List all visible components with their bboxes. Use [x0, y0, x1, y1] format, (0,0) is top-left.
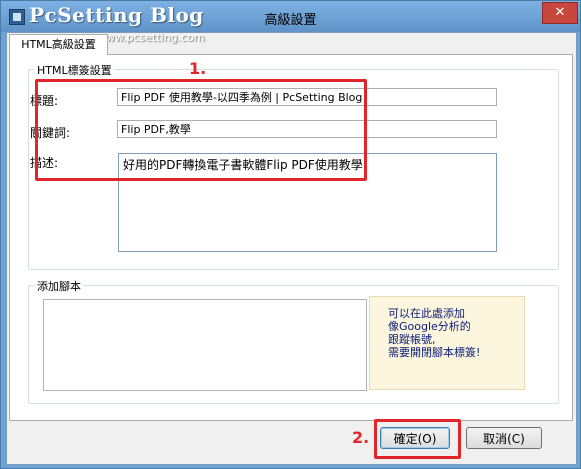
description-label: 描述: — [30, 156, 59, 170]
dialog-client-area: HTML高級設置 HTML標簽設置 標題: Flip PDF 使用教學-以四季為… — [6, 32, 577, 465]
description-field[interactable]: 好用的PDF轉換電子書軟體Flip PDF使用教學 — [118, 153, 497, 252]
hint-line: 需要開閉腳本標簽! — [388, 346, 481, 359]
ok-button[interactable]: 確定(O) — [380, 427, 450, 449]
keywords-field[interactable]: Flip PDF,教學 — [117, 120, 497, 138]
title-field[interactable]: Flip PDF 使用教學-以四季為例 | PcSetting Blog — [117, 88, 497, 106]
add-script-group-label: 添加腳本 — [35, 278, 83, 294]
hint-line: 跟蹤帳號, — [388, 333, 436, 346]
title-label: 標題: — [30, 94, 59, 108]
dialog-window: 高級設置 ✕ PcSetting Blog HTML高級設置 HTML標簽設置 … — [0, 0, 581, 469]
close-button[interactable]: ✕ — [542, 2, 578, 24]
tab-html-advanced[interactable]: HTML高級設置 — [9, 34, 108, 55]
script-hint-box: 可以在此處添加 像Google分析的 跟蹤帳號, 需要開閉腳本標簽! — [369, 296, 525, 390]
annotation-step1: 1. — [189, 59, 207, 78]
cancel-button[interactable]: 取消(C) — [466, 427, 542, 449]
annotation-step2: 2. — [352, 428, 370, 447]
hint-line: 可以在此處添加 — [388, 307, 465, 320]
watermark-url: www.pcsetting.com — [97, 31, 205, 44]
keywords-label: 關鍵詞: — [30, 126, 71, 140]
script-textarea[interactable] — [43, 299, 367, 391]
html-tag-group-label: HTML標簽設置 — [35, 62, 114, 78]
hint-line: 像Google分析的 — [388, 320, 471, 333]
watermark-logo: PcSetting Blog — [29, 3, 204, 27]
tab-page: HTML標簽設置 標題: Flip PDF 使用教學-以四季為例 | PcSet… — [9, 54, 573, 421]
